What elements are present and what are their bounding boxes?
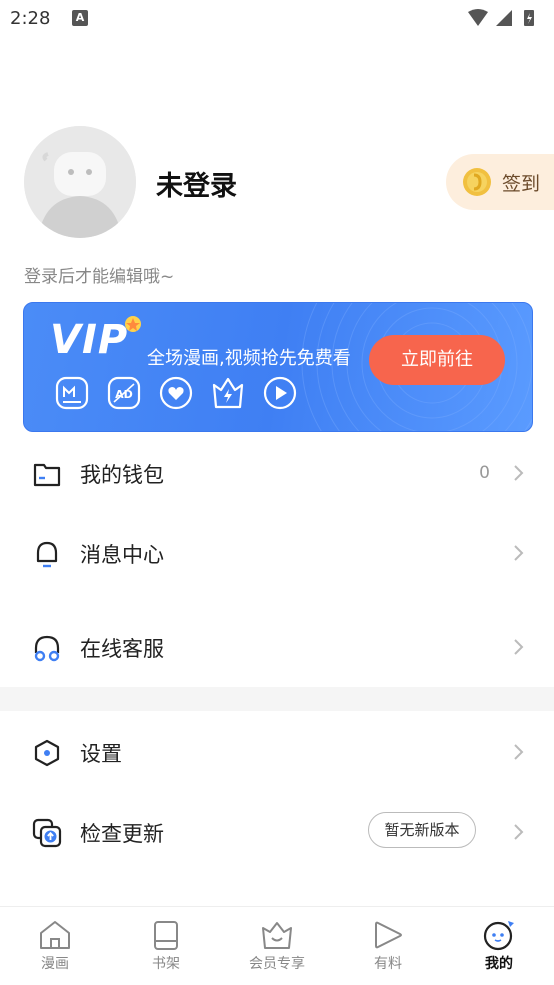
screen: 2:28 A 未登录 签到 登录后才能编辑哦~ VIP 全场漫画,视频抢先免费看… bbox=[0, 0, 554, 985]
wallet-balance: 0 bbox=[479, 463, 490, 483]
messages-label: 消息中心 bbox=[80, 543, 164, 567]
update-status-badge: 暂无新版本 bbox=[368, 812, 476, 848]
section-divider bbox=[0, 687, 554, 711]
ad-free-perk-icon: AD bbox=[107, 376, 141, 410]
chevron-right-icon bbox=[514, 744, 524, 760]
menu-support[interactable]: 在线客服 bbox=[0, 617, 554, 677]
tab-vip[interactable]: 会员专享 bbox=[232, 915, 322, 985]
video-perk-icon bbox=[263, 376, 297, 410]
tab-label: 有料 bbox=[374, 956, 402, 972]
tab-mine[interactable]: 我的 bbox=[454, 915, 544, 985]
settings-icon bbox=[34, 739, 60, 767]
tab-label: 会员专享 bbox=[249, 956, 305, 972]
chevron-right-icon bbox=[514, 824, 524, 840]
support-label: 在线客服 bbox=[80, 637, 164, 661]
tab-comics[interactable]: 漫画 bbox=[10, 915, 100, 985]
coin-icon bbox=[463, 168, 491, 196]
tab-bookshelf[interactable]: 书架 bbox=[121, 915, 211, 985]
vip-logo: VIP bbox=[50, 317, 129, 363]
username[interactable]: 未登录 bbox=[156, 164, 237, 203]
play-icon bbox=[375, 921, 402, 949]
heart-perk-icon bbox=[159, 376, 193, 410]
menu-wallet[interactable]: 我的钱包 0 bbox=[0, 443, 554, 503]
vip-slogan: 全场漫画,视频抢先免费看 bbox=[147, 348, 351, 369]
notification-icon: A bbox=[72, 10, 88, 26]
update-icon bbox=[32, 818, 62, 848]
crown-perk-icon bbox=[212, 377, 244, 409]
tab-feed[interactable]: 有料 bbox=[343, 915, 433, 985]
headset-icon bbox=[34, 635, 60, 662]
bottom-tab-bar: 漫画 书架 会员专享 有料 我的 bbox=[0, 906, 554, 985]
bell-icon bbox=[36, 541, 58, 568]
signin-label: 签到 bbox=[502, 173, 541, 195]
update-label: 检查更新 bbox=[80, 822, 164, 846]
wallet-icon bbox=[33, 463, 61, 487]
settings-label: 设置 bbox=[80, 742, 122, 766]
home-icon bbox=[40, 921, 70, 949]
chevron-right-icon bbox=[514, 465, 524, 481]
menu-check-update[interactable]: 检查更新 暂无新版本 bbox=[0, 802, 554, 862]
system-status-icons bbox=[468, 9, 534, 26]
vip-banner[interactable]: VIP 全场漫画,视频抢先免费看 立即前往 AD bbox=[23, 302, 533, 432]
avatar[interactable] bbox=[24, 126, 136, 238]
default-avatar-icon bbox=[24, 126, 136, 238]
vip-badge-icon bbox=[125, 316, 141, 332]
chevron-right-icon bbox=[514, 545, 524, 561]
profile-face-icon bbox=[483, 921, 514, 951]
signal-icon bbox=[496, 10, 512, 26]
bookshelf-icon bbox=[154, 921, 178, 950]
tab-label: 书架 bbox=[152, 956, 180, 972]
wallet-label: 我的钱包 bbox=[80, 463, 164, 487]
crown-icon bbox=[262, 922, 292, 949]
status-bar: 2:28 A bbox=[0, 0, 554, 40]
tab-label: 漫画 bbox=[41, 956, 69, 972]
menu-settings[interactable]: 设置 bbox=[0, 722, 554, 782]
status-time: 2:28 bbox=[10, 8, 51, 29]
signin-button[interactable]: 签到 bbox=[446, 154, 554, 210]
comic-perk-icon bbox=[55, 376, 89, 410]
wifi-icon bbox=[468, 9, 488, 26]
tab-label: 我的 bbox=[485, 956, 513, 972]
vip-go-button[interactable]: 立即前往 bbox=[369, 335, 505, 385]
chevron-right-icon bbox=[514, 639, 524, 655]
menu-messages[interactable]: 消息中心 bbox=[0, 523, 554, 583]
login-hint: 登录后才能编辑哦~ bbox=[24, 267, 175, 287]
